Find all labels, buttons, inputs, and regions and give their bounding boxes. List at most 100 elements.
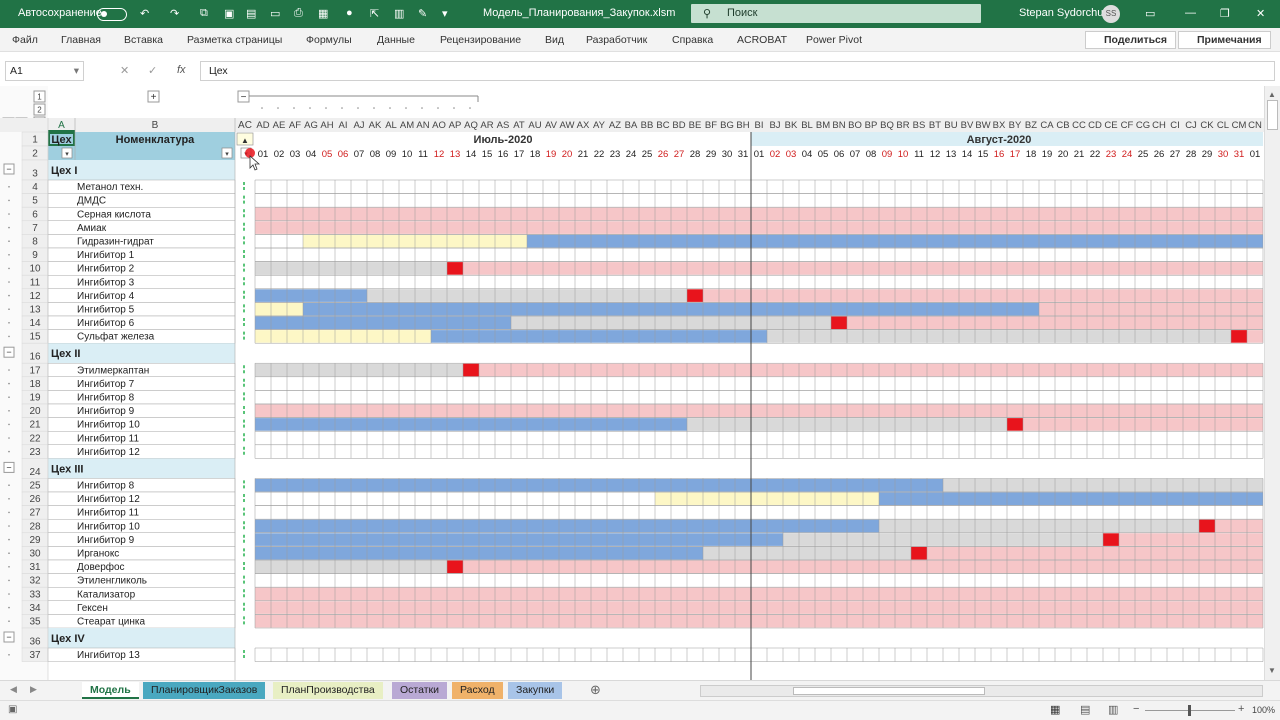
timeline-bar-red[interactable] (447, 560, 463, 574)
row-number[interactable]: 18 (29, 379, 41, 390)
row-number[interactable]: 16 (29, 352, 41, 363)
save-icon[interactable]: ▭ (270, 7, 280, 20)
column-header[interactable]: AJ (353, 120, 364, 131)
column-header[interactable]: CL (1217, 120, 1229, 131)
timeline-bar-gray[interactable] (767, 330, 1231, 343)
timeline-bar-yellow[interactable] (255, 330, 431, 343)
row-number[interactable]: 19 (29, 393, 41, 404)
tab-insert[interactable]: Вставка (124, 34, 163, 46)
column-header[interactable]: AI (339, 120, 348, 131)
timeline-bar-gray[interactable] (703, 546, 911, 560)
column-header[interactable]: AV (545, 120, 558, 131)
timeline-bar-pink[interactable] (1023, 418, 1263, 431)
row-number[interactable]: 32 (29, 576, 41, 587)
row-number[interactable]: 2 (32, 149, 38, 160)
row-number[interactable]: 3 (32, 169, 38, 180)
sheet-tab-purchases[interactable]: Закупки (508, 682, 563, 699)
normal-view-icon[interactable]: ▦ (1050, 703, 1060, 716)
timeline-bar-pink[interactable] (255, 601, 1263, 614)
timeline-bar-red[interactable] (1007, 418, 1023, 431)
scroll-down-icon[interactable]: ▼ (1268, 666, 1276, 675)
column-header[interactable]: BG (720, 120, 734, 131)
timeline-bar-blue[interactable] (255, 418, 687, 431)
row-number[interactable]: 21 (29, 420, 41, 431)
column-header[interactable]: BX (993, 120, 1006, 131)
macro-record-icon[interactable]: ▣ (8, 704, 17, 715)
row-number[interactable]: 12 (29, 291, 41, 302)
column-header[interactable]: BF (705, 120, 717, 131)
column-header[interactable]: AL (385, 120, 397, 131)
row-number[interactable]: 9 (32, 250, 38, 261)
row-number[interactable]: 29 (29, 535, 41, 546)
vertical-scrollbar[interactable]: ▲ ▼ (1264, 86, 1280, 680)
restore-icon[interactable]: ❐ (1220, 7, 1230, 20)
page-layout-icon[interactable]: ▤ (1080, 703, 1090, 716)
tab-formulas[interactable]: Формулы (306, 34, 352, 46)
timeline-bar-blue[interactable] (431, 330, 767, 343)
timeline-bar-pink[interactable] (255, 404, 1263, 418)
zoom-in-icon[interactable]: + (1238, 703, 1244, 715)
column-header[interactable]: BU (944, 120, 957, 131)
user-name[interactable]: Stepan Sydorchuk (1019, 7, 1109, 19)
column-header[interactable]: BJ (769, 120, 780, 131)
vertical-scroll-thumb[interactable] (1267, 100, 1278, 130)
timeline-bar-blue[interactable] (255, 533, 783, 546)
autosave-toggle[interactable] (97, 8, 127, 21)
qat-table-icon[interactable]: ▦ (318, 7, 328, 20)
add-sheet-icon[interactable]: ⊕ (590, 682, 601, 698)
row-number[interactable]: 6 (32, 209, 38, 220)
column-header[interactable]: BM (816, 120, 830, 131)
sheet-tab-consumption[interactable]: Расход (452, 682, 503, 699)
tab-help[interactable]: Справка (672, 34, 713, 46)
minimize-icon[interactable]: — (1185, 7, 1196, 19)
timeline-bar-blue[interactable] (255, 519, 879, 533)
ribbon-display-icon[interactable]: ▭ (1145, 7, 1155, 20)
row-number[interactable]: 24 (29, 467, 41, 478)
column-header[interactable]: BV (961, 120, 974, 131)
column-header[interactable]: AH (320, 120, 333, 131)
qat-export-icon[interactable]: ⇱ (370, 7, 379, 20)
column-header[interactable]: AK (369, 120, 382, 131)
timeline-bar-white[interactable] (255, 180, 1263, 194)
timeline-bar-red[interactable] (1231, 330, 1247, 343)
qat-customize-icon[interactable]: ▾ (442, 7, 448, 20)
tab-data[interactable]: Данные (377, 34, 415, 46)
timeline-bar-red[interactable] (447, 262, 463, 275)
column-header[interactable]: BP (865, 120, 878, 131)
timeline-bar-white[interactable] (255, 574, 1263, 587)
timeline-bar-pink[interactable] (255, 587, 1263, 601)
enter-formula-icon[interactable]: ✓ (148, 64, 157, 77)
timeline-bar-red[interactable] (687, 289, 703, 302)
column-header[interactable]: BQ (880, 120, 894, 131)
timeline-bar-red[interactable] (463, 363, 479, 377)
timeline-bar-blue[interactable] (255, 289, 367, 302)
formula-input[interactable]: Цех (200, 61, 1275, 81)
page-break-icon[interactable]: ▥ (1108, 703, 1118, 716)
tab-view[interactable]: Вид (545, 34, 564, 46)
row-number[interactable]: 4 (32, 182, 38, 193)
column-header[interactable]: AC (238, 120, 252, 131)
insert-function-button[interactable]: fx (177, 64, 186, 76)
column-header[interactable]: AX (577, 120, 590, 131)
timeline-bar-gray[interactable] (255, 363, 463, 377)
row-number[interactable]: 30 (29, 549, 41, 560)
chevron-down-icon[interactable]: ▾ (74, 65, 79, 77)
column-header[interactable]: AP (449, 120, 462, 131)
cancel-formula-icon[interactable]: ✕ (120, 64, 129, 77)
column-header[interactable]: AE (273, 120, 286, 131)
column-header[interactable]: AR (480, 120, 493, 131)
row-number[interactable]: 36 (29, 637, 41, 648)
column-header[interactable]: BO (848, 120, 862, 131)
column-header[interactable]: BN (832, 120, 845, 131)
column-header[interactable]: BH (736, 120, 749, 131)
column-header[interactable]: BB (641, 120, 654, 131)
timeline-bar-white[interactable] (255, 234, 303, 248)
column-header[interactable]: AN (416, 120, 429, 131)
column-header[interactable]: CE (1104, 120, 1117, 131)
column-header[interactable]: BZ (1025, 120, 1037, 131)
column-header[interactable]: AT (513, 120, 525, 131)
timeline-bar-white[interactable] (255, 648, 1263, 662)
name-box[interactable]: A1 ▾ (5, 61, 84, 81)
tab-developer[interactable]: Разработчик (586, 34, 647, 46)
column-header[interactable]: CF (1121, 120, 1134, 131)
